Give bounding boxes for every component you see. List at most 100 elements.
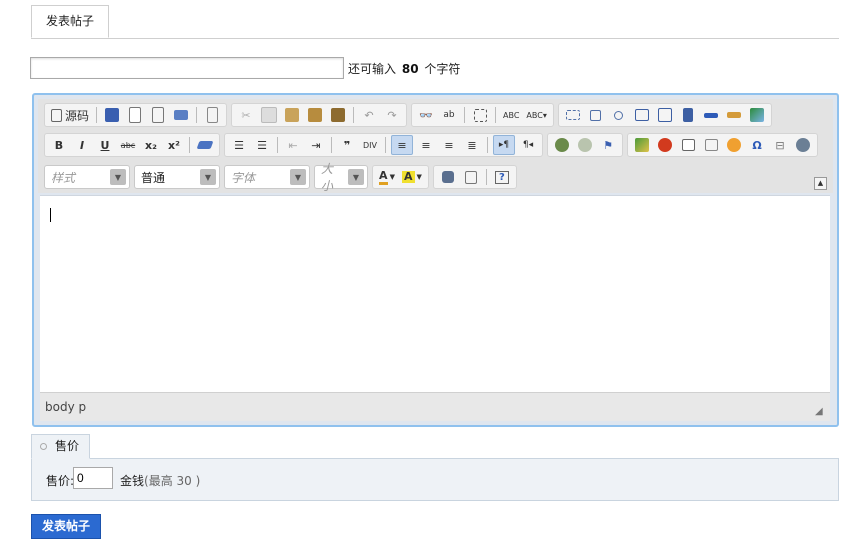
counter-prefix: 还可输入	[348, 62, 397, 76]
preview-button[interactable]	[148, 106, 168, 124]
toolbar-separator	[485, 169, 487, 185]
form-button[interactable]	[563, 106, 583, 124]
checkbox-button[interactable]	[586, 106, 606, 124]
blockquote-button[interactable]: ❞	[337, 136, 357, 154]
special-char-button[interactable]: Ω	[747, 136, 767, 154]
image-button-icon	[726, 112, 741, 118]
paste-button[interactable]	[282, 106, 302, 124]
link-button[interactable]	[552, 136, 572, 154]
tab-new-post[interactable]: 发表帖子	[31, 5, 110, 38]
top-tab-bar: 发表帖子	[31, 5, 839, 39]
paste-text-button[interactable]	[305, 106, 325, 124]
chevron-down-icon: ▼	[290, 169, 306, 185]
toolbar-separator	[385, 137, 386, 153]
scayt-button[interactable]: ABC▾	[524, 106, 548, 124]
editor-content-area[interactable]	[40, 195, 830, 392]
link-icon	[555, 138, 569, 152]
outdent-button[interactable]: ⇤	[283, 136, 303, 154]
subscript-button[interactable]: x₂	[141, 136, 161, 154]
paste-word-button[interactable]	[328, 106, 348, 124]
redo-button[interactable]: ↷	[382, 106, 402, 124]
show-blocks-button[interactable]	[461, 168, 481, 186]
strikethrough-button[interactable]: abc	[118, 136, 138, 154]
style-combo[interactable]: 样式 ▼	[44, 165, 130, 189]
outdent-icon: ⇤	[288, 138, 298, 152]
select-all-button[interactable]	[470, 106, 490, 124]
remove-format-button[interactable]	[195, 136, 215, 154]
help-icon: ?	[495, 170, 509, 184]
textarea-button[interactable]	[655, 106, 675, 124]
italic-button[interactable]: I	[72, 136, 92, 154]
text-color-icon: A	[379, 169, 388, 185]
indent-icon: ⇥	[311, 138, 321, 152]
newpage-button[interactable]	[125, 106, 145, 124]
copy-icon	[261, 107, 278, 123]
numbered-list-button[interactable]: ☰	[229, 136, 249, 154]
cut-button[interactable]: ✂	[236, 106, 256, 124]
ltr-button[interactable]: ▸¶	[493, 135, 515, 155]
iframe-button[interactable]	[793, 136, 813, 154]
font-combo-label: 字体	[231, 170, 256, 185]
align-left-icon: ≡	[397, 138, 407, 152]
chevron-down-icon: ▼	[416, 173, 422, 181]
image-button[interactable]	[632, 136, 652, 154]
indent-button[interactable]: ⇥	[306, 136, 326, 154]
element-path[interactable]: body p	[45, 400, 86, 414]
price-section-body: 售价: 金钱(最高 30 )	[31, 459, 839, 501]
find-button[interactable]: 👓	[416, 106, 436, 124]
align-right-button[interactable]: ≡	[439, 136, 459, 154]
radio-button[interactable]	[609, 106, 629, 124]
superscript-button[interactable]: x²	[164, 136, 184, 154]
price-input[interactable]	[73, 467, 113, 489]
templates-button[interactable]	[202, 106, 222, 124]
replace-button[interactable]: ab	[439, 106, 459, 124]
hidden-field-button[interactable]	[747, 106, 767, 124]
align-left-button[interactable]: ≡	[391, 135, 413, 155]
counter-value: 80	[401, 62, 419, 76]
image-button-button[interactable]	[724, 106, 744, 124]
tab-price[interactable]: 售价	[31, 434, 91, 459]
paste-word-icon	[331, 108, 346, 122]
source-button[interactable]: 源码	[49, 106, 91, 124]
format-combo-label: 普通	[141, 170, 166, 185]
button-icon	[703, 112, 718, 118]
anchor-button[interactable]: ⚑	[598, 136, 618, 154]
bg-color-button[interactable]: A ▼	[400, 168, 424, 186]
flash-button[interactable]	[655, 136, 675, 154]
underline-button[interactable]: U	[95, 136, 115, 154]
select-button[interactable]	[678, 106, 698, 124]
post-title-input[interactable]	[30, 57, 344, 79]
table-button[interactable]	[678, 136, 698, 154]
superscript-icon: x²	[168, 138, 180, 152]
font-combo[interactable]: 字体 ▼	[224, 165, 310, 189]
spellcheck-button[interactable]: ABC	[501, 106, 521, 124]
submit-post-button[interactable]: 发表帖子	[31, 514, 101, 539]
smiley-button[interactable]	[724, 136, 744, 154]
copy-button[interactable]	[259, 106, 279, 124]
paste-text-icon	[308, 108, 323, 122]
bulleted-list-button[interactable]: ☰	[252, 136, 272, 154]
undo-button[interactable]: ↶	[359, 106, 379, 124]
rtl-button[interactable]: ¶◂	[518, 136, 538, 154]
text-color-button[interactable]: A ▼	[377, 168, 397, 186]
textfield-button[interactable]	[632, 106, 652, 124]
print-button[interactable]	[171, 106, 191, 124]
format-combo[interactable]: 普通 ▼	[134, 165, 220, 189]
maximize-button[interactable]	[438, 168, 458, 186]
save-button[interactable]	[102, 106, 122, 124]
bold-button[interactable]: B	[49, 136, 69, 154]
align-justify-button[interactable]: ≣	[462, 136, 482, 154]
horizontal-rule-button[interactable]	[701, 136, 721, 154]
unlink-button[interactable]	[575, 136, 595, 154]
unlink-icon	[578, 138, 592, 152]
about-button[interactable]: ?	[492, 168, 512, 186]
page-break-button[interactable]: ⊟	[770, 136, 790, 154]
page-break-icon: ⊟	[775, 138, 785, 152]
subscript-icon: x₂	[145, 138, 157, 152]
creatediv-button[interactable]: DIV	[360, 136, 380, 154]
toolbar-collapse-button[interactable]: ▲	[814, 177, 827, 190]
html-button[interactable]	[701, 106, 721, 124]
size-combo[interactable]: 大小 ▼	[314, 162, 368, 193]
resize-grip-icon[interactable]: ◢	[815, 406, 827, 418]
align-center-button[interactable]: ≡	[416, 136, 436, 154]
